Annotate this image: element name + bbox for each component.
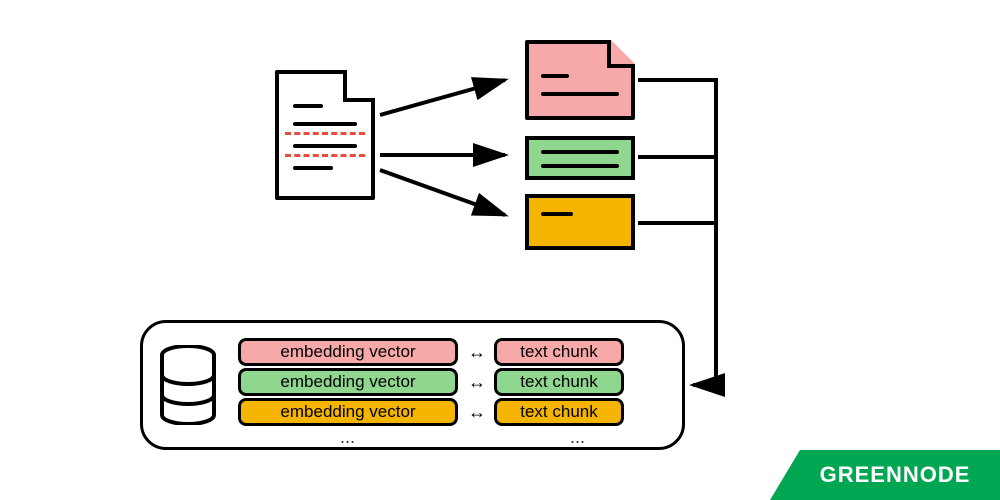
database-icon <box>158 345 218 425</box>
arrow-to-orange <box>380 160 520 235</box>
split-marker <box>285 132 365 135</box>
bidirectional-icon: ↔ <box>468 372 484 393</box>
chunk-orange-icon <box>525 194 635 250</box>
embedding-vector-pill: embedding vector <box>238 338 458 366</box>
ellipsis: ... <box>570 427 585 448</box>
arrow-to-pink <box>380 70 520 125</box>
brand-logo: GREENNODE <box>770 450 1000 500</box>
text-chunk-pill: text chunk <box>494 398 624 426</box>
chunk-green-icon <box>525 136 635 180</box>
embedding-vector-pill: embedding vector <box>238 368 458 396</box>
text-chunk-pill: text chunk <box>494 368 624 396</box>
storage-row-pink: embedding vector ↔ text chunk <box>238 338 624 366</box>
source-document-icon <box>275 70 375 200</box>
embedding-vector-pill: embedding vector <box>238 398 458 426</box>
ellipsis: ... <box>340 427 355 448</box>
brand-name: GREENNODE <box>820 462 971 488</box>
split-marker <box>285 154 365 157</box>
storage-row-orange: embedding vector ↔ text chunk <box>238 398 624 426</box>
chunking-diagram: embedding vector ↔ text chunk embedding … <box>0 0 1000 500</box>
bidirectional-icon: ↔ <box>468 402 484 423</box>
storage-row-green: embedding vector ↔ text chunk <box>238 368 624 396</box>
bidirectional-icon: ↔ <box>468 342 484 363</box>
chunk-pink-icon <box>525 40 635 120</box>
text-chunk-pill: text chunk <box>494 338 624 366</box>
